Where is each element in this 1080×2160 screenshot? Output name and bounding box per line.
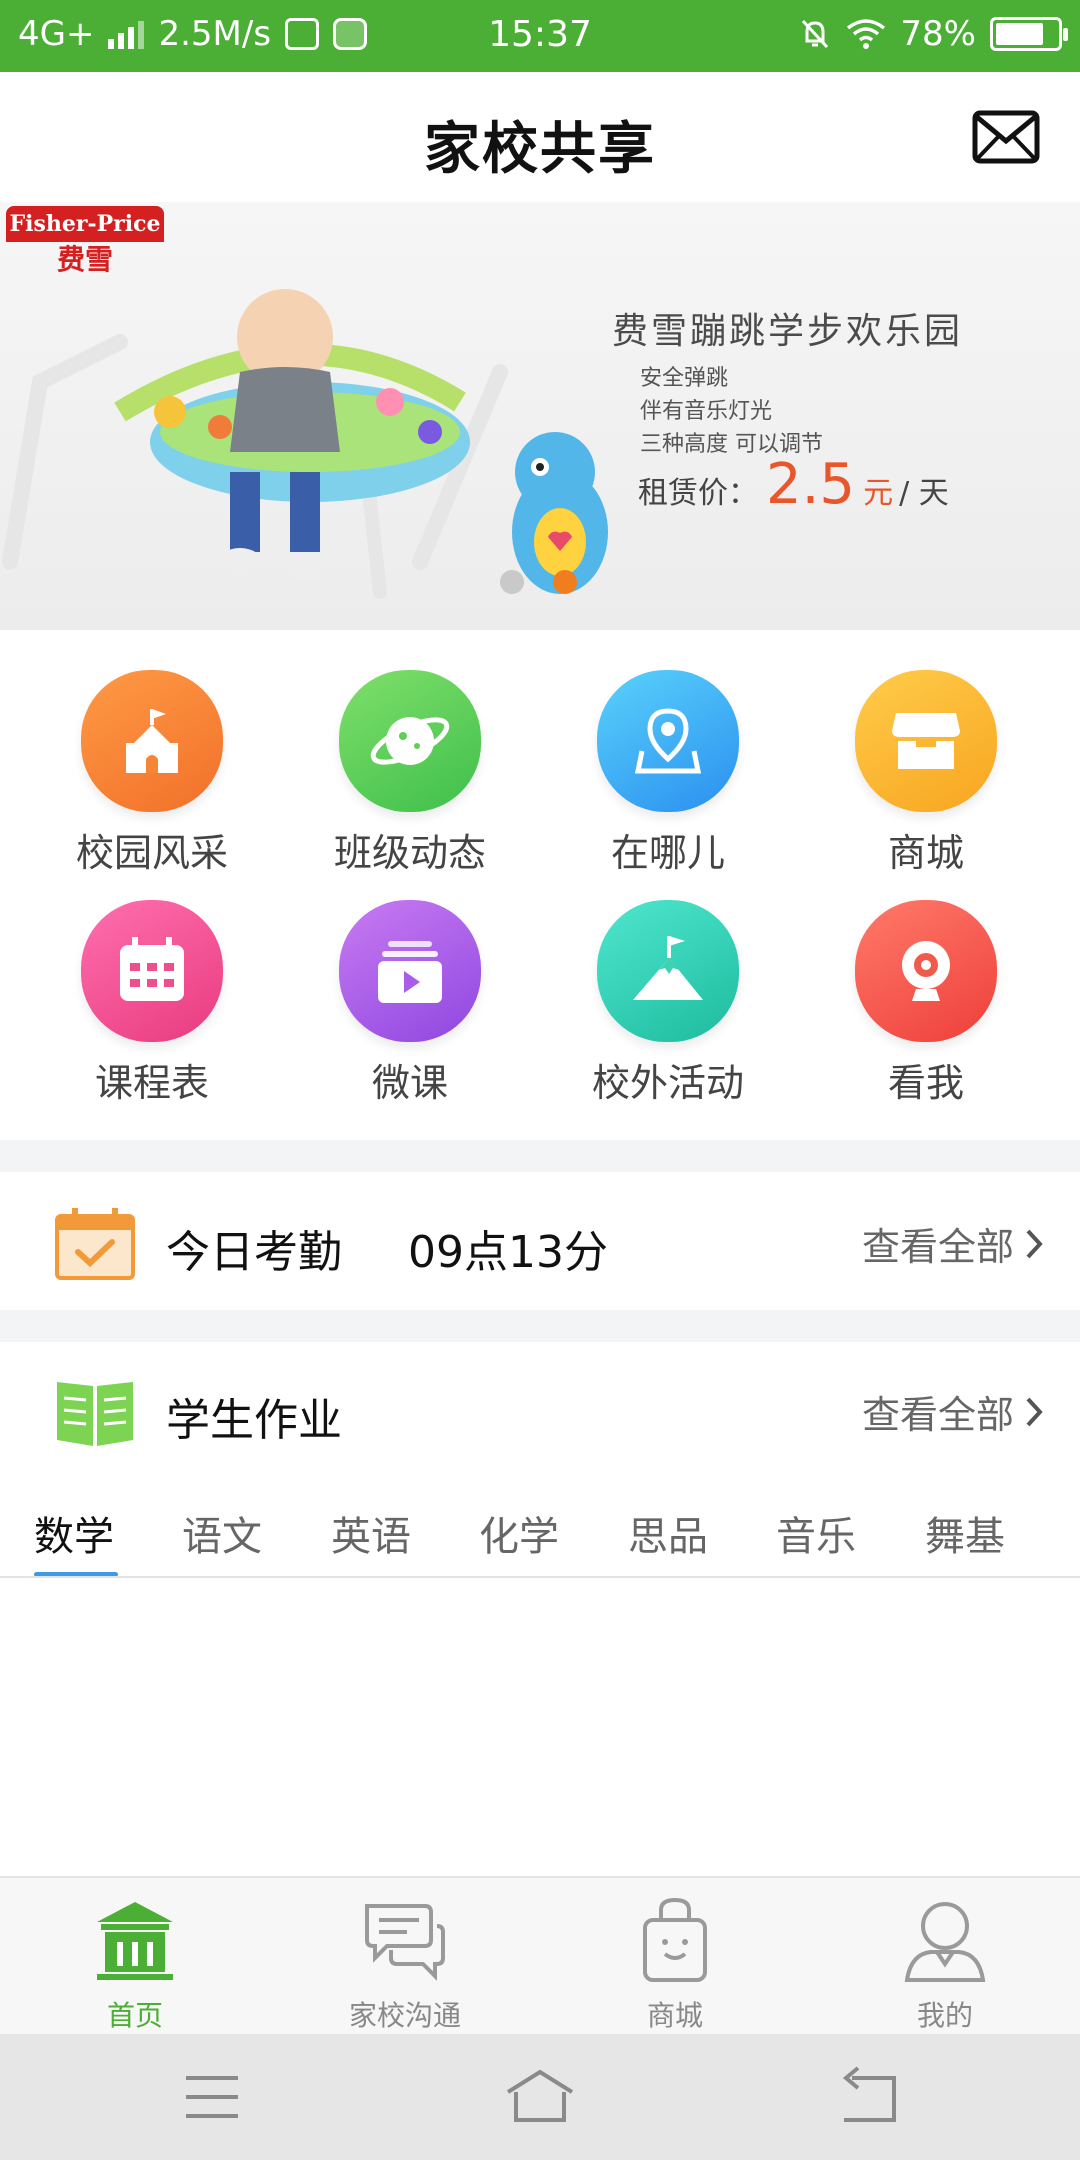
- carousel-dot-2-active[interactable]: [553, 570, 577, 594]
- grid-item-watch-me[interactable]: 看我: [821, 900, 1031, 1110]
- grid-item-outdoor-activity[interactable]: 校外活动: [563, 900, 773, 1110]
- mail-icon[interactable]: [972, 108, 1040, 166]
- banner-price: 租赁价： 2.5 元 / 天: [638, 452, 949, 517]
- grid-item-location[interactable]: 在哪儿: [563, 670, 773, 880]
- back-icon[interactable]: [828, 2062, 908, 2132]
- battery-icon: [990, 17, 1068, 51]
- homework-list-empty: [0, 1578, 1080, 1878]
- active-tab-indicator: [34, 1572, 118, 1576]
- wifi-icon: [847, 19, 886, 49]
- video-play-icon: [339, 900, 481, 1042]
- castle-icon: [81, 670, 223, 812]
- homework-book-icon: [57, 1382, 133, 1446]
- calendar-icon: [81, 900, 223, 1042]
- menu-icon[interactable]: [172, 2062, 252, 2132]
- webcam-icon: [855, 900, 997, 1042]
- homework-view-all-link[interactable]: 查看全部: [862, 1384, 1044, 1439]
- section-divider: [0, 1140, 1080, 1172]
- tab-math[interactable]: 数学: [34, 1504, 114, 1562]
- school-building-icon: [97, 1902, 173, 1980]
- attendance-title: 今日考勤: [166, 1227, 342, 1278]
- grid-item-store[interactable]: 商城: [821, 670, 1031, 880]
- home-icon[interactable]: [500, 2062, 580, 2132]
- tab-music[interactable]: 音乐: [776, 1504, 856, 1562]
- homework-title: 学生作业: [166, 1395, 342, 1446]
- grid-item-campus[interactable]: 校园风采: [47, 670, 257, 880]
- user-profile-icon: [904, 1902, 986, 1982]
- grid-item-class-news[interactable]: 班级动态: [305, 670, 515, 880]
- attendance-time: 09点13分: [408, 1227, 608, 1278]
- chevron-right-icon: [1026, 1397, 1043, 1426]
- baby-jumper-product-image: [2, 289, 608, 599]
- nav-profile[interactable]: 我的: [810, 1892, 1080, 2034]
- grid-item-timetable[interactable]: 课程表: [47, 900, 257, 1110]
- mountain-flag-icon: [597, 900, 739, 1042]
- chat-bubbles-icon: [365, 1904, 445, 1981]
- homework-row[interactable]: 学生作业 查看全部: [0, 1342, 1080, 1482]
- attendance-row[interactable]: 今日考勤 09点13分 查看全部: [0, 1172, 1080, 1310]
- bottom-nav: 首页 家校沟通 商城 我的: [0, 1876, 1080, 2034]
- price-value: 2.5: [766, 452, 856, 517]
- banner-feature: 安全弹跳: [640, 366, 729, 391]
- nav-communication[interactable]: 家校沟通: [270, 1892, 540, 2034]
- tab-ethics[interactable]: 思品: [628, 1504, 708, 1562]
- section-divider: [0, 1310, 1080, 1342]
- tab-chemistry[interactable]: 化学: [479, 1504, 559, 1562]
- page-title: 家校共享: [424, 117, 656, 182]
- tab-dance[interactable]: 舞基: [925, 1504, 1005, 1562]
- nav-home[interactable]: 首页: [0, 1892, 270, 2034]
- tab-english[interactable]: 英语: [331, 1504, 411, 1562]
- shopping-bag-icon: [643, 1897, 707, 1982]
- app-header: 家校共享: [0, 72, 1080, 202]
- banner-title: 费雪蹦跳学步欢乐园: [612, 311, 964, 352]
- store-icon: [855, 670, 997, 812]
- system-nav-bar: [0, 2034, 1080, 2160]
- chevron-right-icon: [1026, 1229, 1043, 1258]
- banner-feature: 伴有音乐灯光: [640, 399, 773, 424]
- status-bar: 4G+ 2.5M/s 15:37 78%: [0, 0, 1080, 72]
- muted-bell-icon: [802, 19, 829, 49]
- attendance-view-all-link[interactable]: 查看全部: [862, 1216, 1044, 1271]
- planet-icon: [339, 670, 481, 812]
- battery-percent: 78%: [900, 14, 976, 54]
- tab-chinese[interactable]: 语文: [182, 1504, 262, 1562]
- grid-item-micro-course[interactable]: 微课: [305, 900, 515, 1110]
- attendance-calendar-icon: [55, 1208, 135, 1280]
- promo-banner[interactable]: Fisher-Price 费雪 费雪蹦跳学步欢乐园 安全弹跳 伴有音乐灯光 三种…: [0, 202, 1080, 630]
- nav-store[interactable]: 商城: [540, 1892, 810, 2034]
- subject-tabs: 数学 语文 英语 化学 思品 音乐 舞基: [0, 1482, 1080, 1578]
- feature-grid: 校园风采 班级动态 在哪儿 商城 课程表 微课 校外活动 看我: [0, 630, 1080, 1140]
- carousel-dot-1[interactable]: [500, 570, 524, 594]
- location-pin-icon: [597, 670, 739, 812]
